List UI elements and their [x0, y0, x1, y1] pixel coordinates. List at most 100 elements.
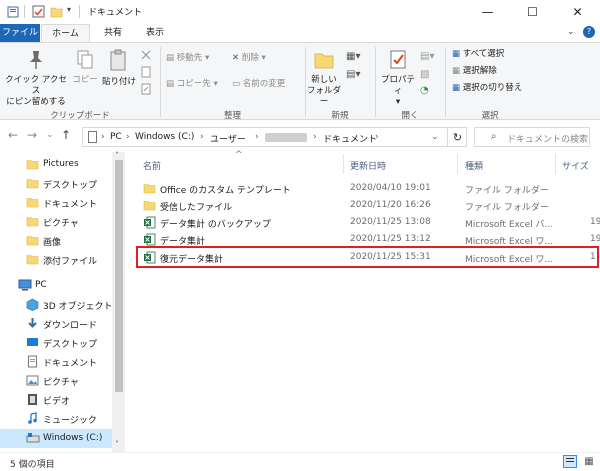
delete-button[interactable]: ✕ 削除 ▾ — [232, 53, 292, 64]
column-type[interactable]: 種類 — [465, 159, 483, 172]
column-date[interactable]: 更新日時 — [350, 159, 386, 172]
cut-icon[interactable] — [140, 49, 152, 61]
address-dropdown-icon[interactable]: ⌄ — [431, 132, 439, 142]
refresh-button[interactable]: ↻ — [447, 127, 467, 147]
file-date: 2020/04/10 19:01 — [350, 183, 431, 193]
new-folder-button[interactable]: 新しい フォルダー — [307, 49, 341, 108]
nav-item[interactable]: 画像 — [0, 231, 112, 250]
copy-button[interactable]: コピー — [70, 49, 100, 86]
column-divider[interactable] — [457, 154, 458, 174]
properties-check-icon[interactable] — [32, 5, 45, 18]
ribbon-collapse-icon[interactable]: ⌄ — [567, 27, 575, 37]
nav-scroll-thumb[interactable] — [115, 160, 123, 392]
copy-to-button[interactable]: ▤ コピー先 ▾ — [166, 79, 226, 90]
select-none-icon: ▦ — [452, 66, 461, 76]
close-button[interactable]: ✕ — [555, 0, 600, 23]
up-arrow-icon[interactable]: ↑ — [61, 128, 71, 142]
properties-button[interactable]: プロパティ ▾ — [378, 49, 418, 108]
open-icon[interactable]: ▤▾ — [420, 51, 434, 62]
large-icons-view-button[interactable]: ▦ — [582, 455, 596, 468]
rename-button[interactable]: ▭ 名前の変更 — [232, 79, 302, 90]
easy-access-icon[interactable]: ▤▾ — [346, 69, 360, 80]
scroll-up-icon[interactable]: ˄ — [115, 151, 119, 160]
nav-item-label: ピクチャ — [43, 378, 79, 388]
file-row[interactable]: 受信したファイル 2020/11/20 16:26 ファイル フォルダー — [135, 197, 600, 215]
nav-item[interactable]: ドキュメント — [0, 193, 112, 212]
column-name[interactable]: 名前 — [143, 159, 161, 172]
breadcrumb-separator-icon: › — [375, 132, 379, 142]
pin-quick-access-button[interactable]: クイック アクセス にピン留めする — [4, 49, 68, 108]
details-view-button[interactable] — [563, 455, 577, 468]
breadcrumb-users[interactable]: ユーザー — [210, 132, 246, 145]
tab-file[interactable]: ファイル — [0, 24, 40, 42]
nav-item[interactable]: ダウンロード — [0, 314, 112, 333]
tab-home[interactable]: ホーム — [41, 24, 90, 43]
paste-button[interactable]: 貼り付け — [101, 49, 137, 88]
maximize-button[interactable]: ☐ — [510, 0, 555, 23]
search-box[interactable]: ⌕ ドキュメントの検索 — [474, 127, 590, 147]
tab-share[interactable]: 共有 — [92, 24, 134, 42]
select-none-button[interactable]: ▦ 選択解除 — [452, 66, 552, 77]
recent-locations-icon[interactable]: ⌄ — [46, 130, 54, 140]
navigation-bar: ← → ⌄ ↑ › PC › Windows (C:) › ユーザー › › ド… — [0, 124, 600, 150]
back-arrow-icon[interactable]: ← — [8, 128, 18, 142]
nav-item[interactable]: 3D オブジェクト — [0, 295, 113, 314]
new-folder-qat-icon[interactable] — [50, 5, 63, 18]
paste-shortcut-icon[interactable] — [140, 83, 152, 95]
nav-item-label: ドキュメント — [43, 200, 98, 210]
nav-item[interactable]: ドキュメント — [0, 352, 112, 371]
nav-item[interactable]: デスクトップ — [0, 174, 112, 193]
nav-item-label: ダウンロード — [43, 321, 98, 331]
file-row[interactable]: データ集計 のバックアップ 2020/11/25 13:08 Microsoft E… — [135, 214, 600, 232]
qat-dropdown-icon[interactable]: ▾ — [67, 5, 71, 14]
pin-icon — [30, 51, 42, 69]
history-icon[interactable]: ◔ — [420, 85, 429, 96]
copy-path-icon[interactable] — [140, 66, 152, 78]
nav-item-label: Windows (C:) — [43, 433, 103, 443]
invert-selection-button[interactable]: ▦ 選択の切り替え — [452, 83, 552, 94]
file-row[interactable]: Office のカスタム テンプレート 2020/04/10 19:01 ファイル … — [135, 180, 600, 198]
column-header-row: ^ 名前 更新日時 種類 サイズ — [135, 150, 600, 176]
nav-item-label: ビデオ — [43, 397, 71, 407]
breadcrumb-documents[interactable]: ドキュメント — [323, 132, 377, 145]
nav-item-label: PC — [35, 280, 47, 290]
status-bar: 5 個の項目 ▦ — [0, 452, 600, 471]
select-all-button[interactable]: ▦ すべて選択 — [452, 49, 552, 60]
large-icons-view-icon: ▦ — [584, 456, 594, 467]
edit-icon[interactable]: ▧ — [420, 69, 429, 80]
breadcrumb-pc[interactable]: PC — [110, 132, 122, 142]
file-type: ファイル フォルダー — [465, 203, 549, 213]
nav-item[interactable]: ピクチャ — [0, 212, 112, 231]
properties-dropdown-icon: ▾ — [395, 97, 401, 107]
nav-item[interactable]: Pictures — [0, 155, 112, 174]
highlight-box — [136, 246, 599, 268]
breadcrumb-drive[interactable]: Windows (C:) — [135, 132, 194, 142]
folder-icon — [143, 199, 156, 212]
item-count: 5 個の項目 — [10, 460, 55, 470]
redacted-username — [265, 133, 307, 142]
tab-view[interactable]: 表示 — [135, 24, 175, 42]
nav-item[interactable]: ビデオ — [0, 390, 112, 409]
qat-divider — [24, 5, 25, 18]
breadcrumb-separator-icon: › — [126, 132, 130, 142]
address-bar[interactable]: › PC › Windows (C:) › ユーザー › › ドキュメント › … — [82, 127, 467, 147]
column-divider[interactable] — [343, 154, 344, 174]
minimize-button[interactable]: — — [465, 0, 510, 23]
new-item-icon[interactable]: ▦▾ — [346, 51, 360, 62]
scroll-down-icon[interactable]: ˅ — [115, 440, 119, 449]
column-divider[interactable] — [555, 154, 556, 174]
move-to-button[interactable]: ▤ 移動先 ▾ — [166, 53, 226, 64]
nav-item[interactable]: ピクチャ — [0, 371, 112, 390]
nav-item[interactable]: デスクトップ — [0, 333, 112, 352]
column-size[interactable]: サイズ — [562, 159, 589, 172]
new-folder-label-2: フォルダー — [307, 86, 342, 107]
clipboard-group-label: クリップボード — [50, 111, 110, 121]
help-icon[interactable]: ? — [583, 26, 595, 38]
file-date: 2020/11/25 13:08 — [350, 217, 431, 227]
forward-arrow-icon[interactable]: → — [27, 128, 37, 142]
nav-item[interactable]: ミュージック — [0, 409, 112, 428]
nav-item[interactable]: Windows (C:) — [0, 429, 112, 448]
title-divider — [79, 5, 80, 18]
nav-item[interactable]: 添付ファイル — [0, 250, 112, 269]
nav-item[interactable]: PC — [0, 276, 112, 295]
